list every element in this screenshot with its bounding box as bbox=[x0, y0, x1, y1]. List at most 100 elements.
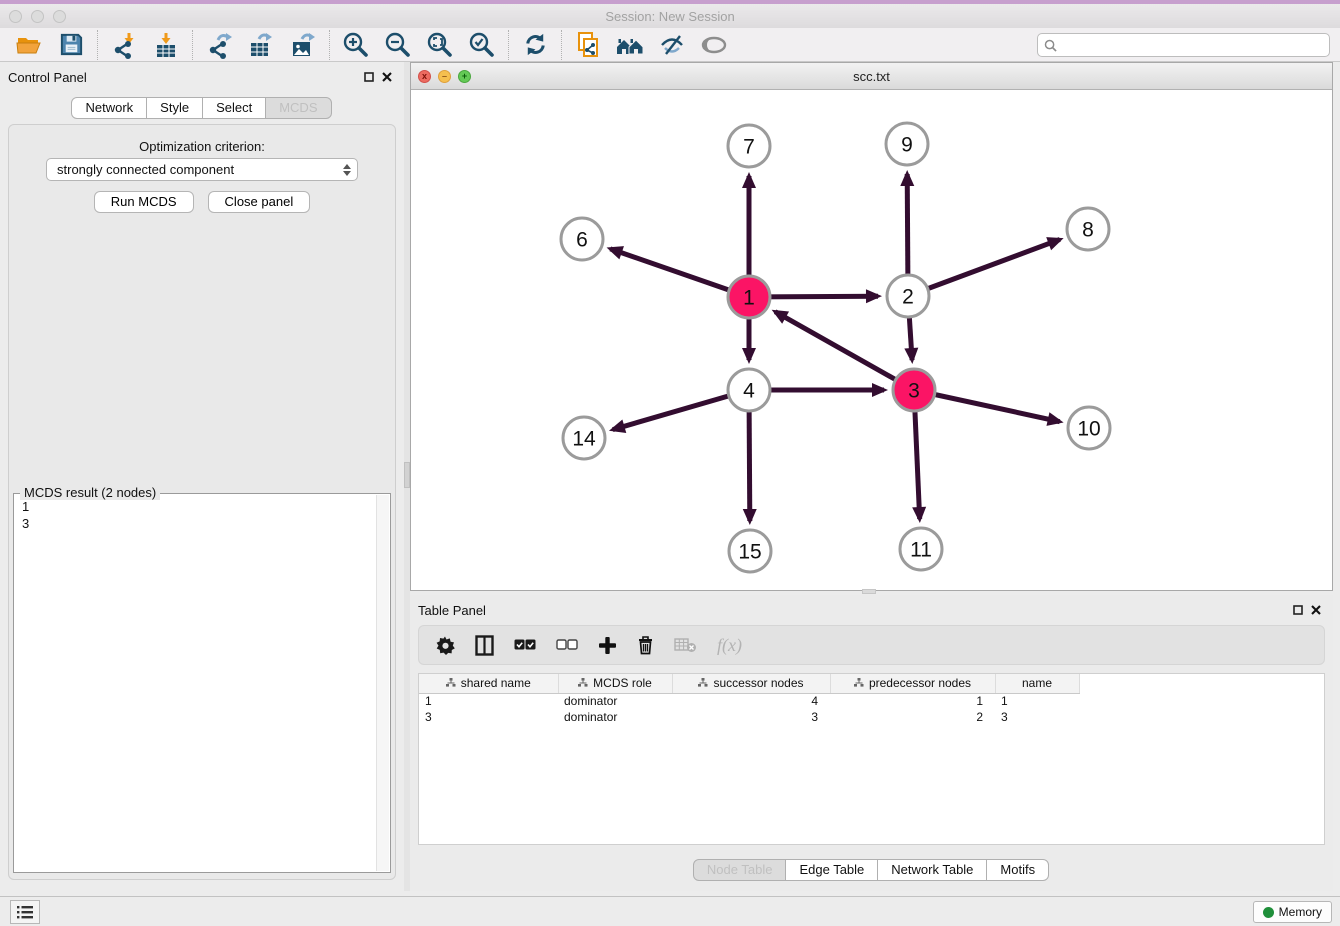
export-table-button[interactable] bbox=[240, 29, 282, 61]
control-panel-title: Control Panel bbox=[8, 70, 87, 85]
column-view-button[interactable] bbox=[475, 631, 494, 659]
float-panel-button[interactable] bbox=[360, 69, 378, 85]
network-graph[interactable]: 7961284310141511 bbox=[411, 90, 1332, 590]
delete-column-button[interactable] bbox=[637, 631, 654, 659]
tab-mcds[interactable]: MCDS bbox=[265, 97, 331, 119]
delete-table-button[interactable] bbox=[674, 631, 697, 659]
tab-node-table[interactable]: Node Table bbox=[693, 859, 787, 881]
toolbar-separator bbox=[97, 30, 98, 60]
node-label-14: 14 bbox=[572, 428, 596, 451]
search-box[interactable] bbox=[1037, 33, 1330, 57]
optimization-criterion-select[interactable]: strongly connected component bbox=[46, 158, 358, 181]
function-builder-button[interactable]: f(x) bbox=[717, 635, 742, 656]
hierarchy-icon bbox=[698, 678, 708, 688]
network-view-title: scc.txt bbox=[411, 69, 1332, 84]
horizontal-splitter-grip[interactable] bbox=[862, 589, 876, 594]
column-header-name[interactable]: name bbox=[995, 674, 1079, 693]
duplicate-network-button[interactable] bbox=[567, 29, 609, 61]
float-icon bbox=[364, 72, 374, 82]
tab-style[interactable]: Style bbox=[146, 97, 203, 119]
import-network-button[interactable] bbox=[103, 29, 145, 61]
column-header-mcds-role[interactable]: MCDS role bbox=[558, 674, 672, 693]
zoom-in-button[interactable] bbox=[335, 29, 377, 61]
edge-2-8[interactable] bbox=[908, 239, 1060, 296]
network-canvas[interactable]: 7961284310141511 bbox=[411, 90, 1332, 590]
table-row[interactable]: 3 dominator 3 2 3 bbox=[419, 709, 1079, 725]
node-label-15: 15 bbox=[738, 541, 761, 564]
column-header-successor-nodes[interactable]: successor nodes bbox=[672, 674, 830, 693]
import-table-button[interactable] bbox=[145, 29, 187, 61]
table-row[interactable]: 1 dominator 4 1 1 bbox=[419, 693, 1079, 709]
cell-predecessor-nodes[interactable]: 1 bbox=[830, 693, 995, 709]
table-settings-button[interactable] bbox=[435, 631, 455, 659]
node-label-6: 6 bbox=[576, 229, 588, 252]
deselect-all-button[interactable] bbox=[556, 631, 578, 659]
cell-mcds-role[interactable]: dominator bbox=[558, 709, 672, 725]
show-graphics-button[interactable] bbox=[693, 29, 735, 61]
zoom-fit-button[interactable] bbox=[419, 29, 461, 61]
task-history-button[interactable] bbox=[10, 900, 40, 924]
memory-button[interactable]: Memory bbox=[1253, 901, 1332, 923]
search-icon bbox=[1044, 39, 1057, 52]
hide-labels-button[interactable] bbox=[651, 29, 693, 61]
zoom-out-button[interactable] bbox=[377, 29, 419, 61]
table-panel-header: Table Panel bbox=[410, 595, 1333, 625]
node-table[interactable]: shared name MCDS role successor nodes pr… bbox=[418, 673, 1325, 845]
window-title: Session: New Session bbox=[0, 9, 1340, 24]
cell-successor-nodes[interactable]: 3 bbox=[672, 709, 830, 725]
duplicate-network-icon bbox=[574, 31, 602, 59]
node-label-3: 3 bbox=[908, 380, 920, 403]
home-button[interactable] bbox=[609, 29, 651, 61]
export-network-button[interactable] bbox=[198, 29, 240, 61]
add-column-button[interactable] bbox=[598, 631, 617, 659]
close-panel-button-mcds[interactable]: Close panel bbox=[208, 191, 311, 213]
close-table-panel-button[interactable] bbox=[1307, 602, 1325, 618]
tab-select[interactable]: Select bbox=[202, 97, 266, 119]
mcds-result-scrollbar[interactable] bbox=[376, 495, 389, 871]
column-header-shared-name[interactable]: shared name bbox=[419, 674, 558, 693]
run-mcds-button[interactable]: Run MCDS bbox=[94, 191, 194, 213]
import-table-icon bbox=[152, 31, 180, 59]
edge-3-1[interactable] bbox=[775, 312, 914, 390]
tab-network[interactable]: Network bbox=[71, 97, 147, 119]
open-session-button[interactable] bbox=[8, 29, 50, 61]
cell-predecessor-nodes[interactable]: 2 bbox=[830, 709, 995, 725]
open-folder-icon bbox=[15, 31, 43, 59]
table-header-row: shared name MCDS role successor nodes pr… bbox=[419, 674, 1079, 693]
export-image-button[interactable] bbox=[282, 29, 324, 61]
delete-table-icon bbox=[674, 637, 697, 653]
toolbar-separator bbox=[192, 30, 193, 60]
tab-network-table[interactable]: Network Table bbox=[877, 859, 987, 881]
trash-icon bbox=[637, 635, 654, 655]
tab-motifs[interactable]: Motifs bbox=[986, 859, 1049, 881]
select-all-button[interactable] bbox=[514, 631, 536, 659]
float-icon bbox=[1293, 605, 1303, 615]
zoom-out-icon bbox=[384, 31, 412, 59]
column-header-predecessor-nodes[interactable]: predecessor nodes bbox=[830, 674, 995, 693]
export-network-icon bbox=[205, 31, 233, 59]
cell-name[interactable]: 3 bbox=[995, 709, 1079, 725]
cell-shared-name[interactable]: 3 bbox=[419, 709, 558, 725]
node-label-9: 9 bbox=[901, 134, 913, 157]
cell-successor-nodes[interactable]: 4 bbox=[672, 693, 830, 709]
network-window-titlebar[interactable]: x – + scc.txt bbox=[411, 63, 1332, 90]
node-label-7: 7 bbox=[743, 136, 755, 159]
zoom-selected-button[interactable] bbox=[461, 29, 503, 61]
import-network-icon bbox=[110, 31, 138, 59]
mcds-result-text[interactable]: 1 3 bbox=[14, 494, 390, 872]
columns-icon bbox=[475, 635, 494, 656]
cell-mcds-role[interactable]: dominator bbox=[558, 693, 672, 709]
cell-shared-name[interactable]: 1 bbox=[419, 693, 558, 709]
cell-name[interactable]: 1 bbox=[995, 693, 1079, 709]
selected-criterion: strongly connected component bbox=[57, 162, 234, 177]
save-session-button[interactable] bbox=[50, 29, 92, 61]
float-table-panel-button[interactable] bbox=[1289, 602, 1307, 618]
refresh-button[interactable] bbox=[514, 29, 556, 61]
mcds-panel: Optimization criterion: strongly connect… bbox=[8, 124, 396, 880]
tab-edge-table[interactable]: Edge Table bbox=[785, 859, 878, 881]
close-panel-button[interactable] bbox=[378, 69, 396, 85]
select-stepper-icon bbox=[343, 164, 351, 176]
toolbar-separator bbox=[329, 30, 330, 60]
search-input[interactable] bbox=[1061, 38, 1329, 53]
checked-boxes-icon bbox=[514, 639, 536, 651]
